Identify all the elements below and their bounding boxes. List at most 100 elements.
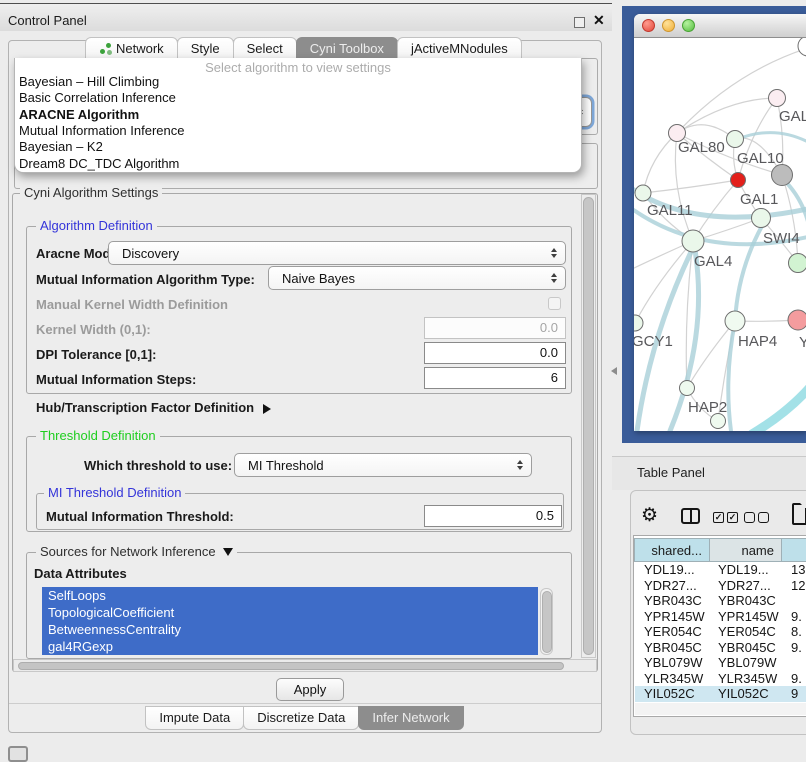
data-attribute-item[interactable]: TopologicalCoefficient	[42, 604, 538, 621]
algorithm-option[interactable]: ARACNE Algorithm	[19, 107, 569, 123]
hub-definition-toggle[interactable]: Hub/Transcription Factor Definition	[36, 400, 271, 415]
deselect-all-icon[interactable]	[744, 512, 755, 523]
network-view-window: GALGAL80GAL10GAL1GAL11SWI4GAL4GCY1HAP4YH…	[634, 14, 806, 431]
which-threshold-select[interactable]: MI Threshold	[234, 453, 532, 477]
close-button[interactable]	[642, 19, 655, 32]
mi-threshold-field[interactable]: 0.5	[424, 505, 562, 527]
table-row[interactable]: YDR27...YDR27...12	[635, 578, 806, 594]
chevron-updown-icon	[551, 273, 557, 283]
table-row[interactable]: YER054CYER054C8.	[635, 624, 806, 640]
kernel-width-label: Kernel Width (0,1):	[36, 322, 151, 337]
expanded-arrow-icon	[223, 548, 233, 556]
network-window-titlebar[interactable]	[634, 14, 806, 38]
network-node[interactable]	[682, 230, 704, 252]
table-row[interactable]: YBR045CYBR045C9.	[635, 640, 806, 656]
collapsed-arrow-icon	[263, 404, 271, 414]
table-cell: YDR27...	[635, 578, 711, 594]
settings-horizontal-scrollbar	[13, 659, 597, 672]
top-tab-bar: NetworkStyleSelectCyni ToolboxjActiveMNo…	[86, 37, 522, 60]
settings-vertical-scrollbar-thumb[interactable]	[583, 197, 594, 655]
table-cell: YER054C	[635, 624, 711, 640]
dpi-tolerance-field[interactable]: 0.0	[424, 342, 566, 364]
table-cell: 12	[784, 578, 806, 594]
network-node[interactable]	[680, 381, 695, 396]
table-cell: YBR043C	[711, 593, 784, 609]
network-edge[interactable]	[643, 180, 738, 193]
column-header[interactable]: shared...	[634, 538, 710, 562]
data-attribute-item[interactable]: SelfLoops	[42, 587, 538, 604]
kernel-width-field[interactable]: 0.0	[424, 317, 566, 339]
column-header[interactable]: name	[709, 538, 782, 562]
network-node-label: GAL10	[737, 150, 784, 167]
network-node[interactable]	[725, 311, 745, 331]
settings-gear-icon[interactable]: ⚙	[641, 504, 658, 527]
network-edge[interactable]	[784, 180, 806, 230]
table-row[interactable]: YIL052CYIL052C9	[635, 686, 806, 702]
sources-group-toggle[interactable]: Sources for Network Inference	[36, 545, 237, 559]
tab-infer-network[interactable]: Infer Network	[358, 706, 463, 730]
table-cell: YDL19...	[711, 562, 784, 578]
algorithm-option[interactable]: Dream8 DC_TDC Algorithm	[19, 156, 569, 172]
new-table-icon[interactable]	[792, 503, 806, 525]
column-selector-icon[interactable]	[681, 508, 700, 524]
network-node[interactable]	[727, 131, 744, 148]
algorithm-option[interactable]: Bayesian – Hill Climbing	[19, 74, 569, 90]
settings-horizontal-scrollbar-thumb[interactable]	[18, 662, 564, 670]
table-row[interactable]: YDL19...YDL19...13	[635, 562, 806, 578]
table-row[interactable]: YPR145WYPR145W9.	[635, 609, 806, 625]
network-edge[interactable]	[677, 98, 777, 133]
tab-discretize-data[interactable]: Discretize Data	[243, 706, 359, 730]
aracne-mode-select[interactable]: Discovery	[108, 241, 566, 265]
network-canvas[interactable]: GALGAL80GAL10GAL1GAL11SWI4GAL4GCY1HAP4YH…	[634, 38, 806, 431]
network-node-label: HAP2	[688, 399, 727, 416]
mi-steps-label: Mutual Information Steps:	[36, 372, 196, 387]
mi-steps-field[interactable]: 6	[424, 367, 566, 389]
network-edge[interactable]	[728, 321, 735, 431]
network-edge[interactable]	[643, 133, 677, 193]
close-icon[interactable]: ✕	[593, 12, 605, 29]
network-node[interactable]	[731, 173, 746, 188]
network-node[interactable]	[772, 165, 793, 186]
select-all-icon[interactable]: ✓	[713, 512, 724, 523]
data-attributes-list: SelfLoopsTopologicalCoefficientBetweenne…	[42, 587, 538, 655]
tab-label: Cyni Toolbox	[310, 38, 384, 60]
network-icon	[99, 43, 111, 55]
threshold-definition-title: Threshold Definition	[36, 429, 160, 443]
minimize-button[interactable]	[662, 19, 675, 32]
data-attribute-item[interactable]: gal4RGexp	[42, 638, 538, 655]
cyni-algorithm-settings-title: Cyni Algorithm Settings	[20, 186, 162, 200]
select-all-icon[interactable]: ✓	[727, 512, 738, 523]
network-node[interactable]	[752, 209, 771, 228]
chevron-updown-icon	[551, 248, 557, 258]
table-row[interactable]: YBL079WYBL079W	[635, 655, 806, 671]
table-row[interactable]: YLR345WYLR345W9.	[635, 671, 806, 687]
deselect-all-icon[interactable]	[758, 512, 769, 523]
algorithm-option[interactable]: Mutual Information Inference	[19, 123, 569, 139]
network-node[interactable]	[789, 254, 806, 273]
column-header[interactable]	[781, 538, 806, 562]
data-attribute-item[interactable]: BetweennessCentrality	[42, 621, 538, 638]
network-edge[interactable]	[752, 380, 806, 431]
zoom-button[interactable]	[682, 19, 695, 32]
network-edge[interactable]	[738, 133, 806, 144]
network-node[interactable]	[788, 310, 806, 330]
tab-impute-data[interactable]: Impute Data	[145, 706, 244, 730]
algorithm-option[interactable]: Basic Correlation Inference	[19, 90, 569, 106]
mi-type-select[interactable]: Naive Bayes	[268, 266, 566, 290]
algorithm-option[interactable]: Bayesian – K2	[19, 139, 569, 155]
panel-divider	[9, 703, 601, 704]
table-row[interactable]: YBR043CYBR043C	[635, 593, 806, 609]
network-node[interactable]	[635, 185, 651, 201]
splitter-collapse-icon[interactable]	[611, 367, 617, 375]
network-node[interactable]	[634, 315, 643, 331]
network-node[interactable]	[769, 90, 786, 107]
network-node[interactable]	[798, 38, 806, 56]
attribute-list-scrollbar-thumb[interactable]	[542, 591, 552, 653]
mi-threshold-label: Mutual Information Threshold:	[46, 509, 234, 524]
float-panel-icon[interactable]	[574, 17, 585, 28]
dock-panel-icon[interactable]	[8, 746, 28, 762]
network-edge[interactable]	[735, 226, 762, 321]
tab-label: Style	[191, 38, 220, 60]
apply-button[interactable]: Apply	[276, 678, 344, 701]
manual-kernel-checkbox[interactable]	[548, 297, 561, 310]
